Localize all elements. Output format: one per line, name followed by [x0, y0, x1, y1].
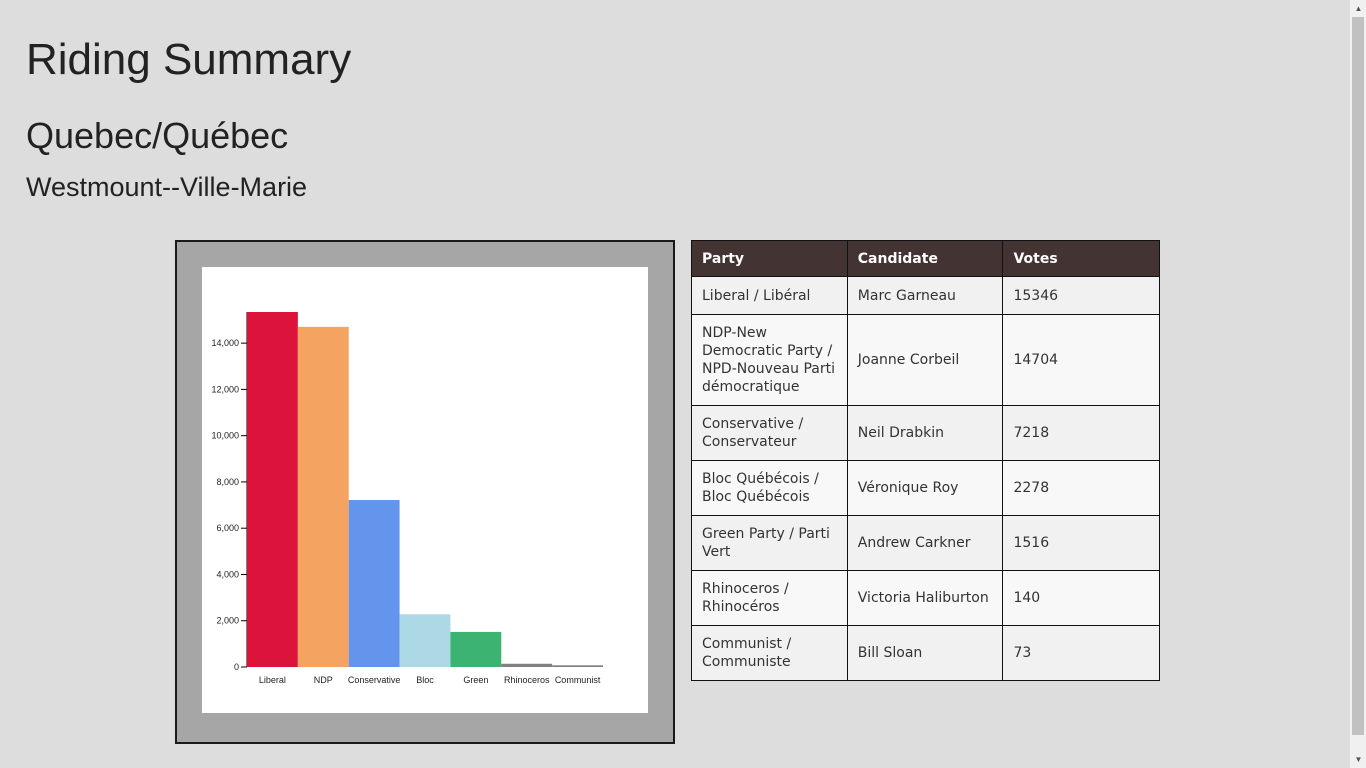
chart-frame: 0 2,000 4,000 6,000 8,000 10,000 12,000 14,000 L… [175, 240, 675, 744]
cell-party: Conservative / Conservateur [691, 405, 848, 461]
x-tick-label: Green [463, 675, 488, 685]
cell-candidate: Victoria Haliburton [846, 570, 1004, 626]
bar-liberal [247, 312, 298, 667]
table-row: Communist / Communiste Bill Sloan 73 [691, 625, 1160, 681]
cell-party: Communist / Communiste [691, 625, 848, 681]
y-tick-label: 10,000 [211, 431, 239, 441]
cell-party: Liberal / Libéral [691, 276, 848, 315]
table-row: Rhinoceros / Rhinocéros Victoria Halibur… [691, 570, 1160, 626]
cell-votes: 7218 [1002, 405, 1160, 461]
x-tick-label: Liberal [259, 675, 286, 685]
province-heading: Quebec/Québec [26, 115, 289, 156]
page-title: Riding Summary [26, 35, 352, 84]
scroll-thumb[interactable] [1352, 17, 1364, 735]
bar-green [450, 631, 502, 667]
y-tick-label: 12,000 [211, 384, 239, 394]
cell-votes: 2278 [1002, 460, 1160, 516]
y-tick-label: 14,000 [211, 338, 239, 348]
bar-rhinoceros [501, 663, 553, 667]
vertical-scrollbar[interactable]: ▲ ▼ [1349, 0, 1366, 768]
x-tick-label: Bloc [416, 675, 434, 685]
x-tick-label: Rhinoceros [504, 675, 550, 685]
table-row: Green Party / Parti Vert Andrew Carkner … [691, 515, 1160, 571]
cell-votes: 1516 [1002, 515, 1160, 571]
table-row: Bloc Québécois / Bloc Québécois Véroniqu… [691, 460, 1160, 516]
cell-candidate: Véronique Roy [846, 460, 1004, 516]
header-candidate: Candidate [846, 240, 1004, 277]
cell-votes: 14704 [1002, 314, 1160, 406]
y-tick-label: 0 [234, 662, 239, 672]
vote-bar-chart: 0 2,000 4,000 6,000 8,000 10,000 12,000 14,000 L… [211, 312, 603, 685]
cell-votes: 15346 [1002, 276, 1160, 315]
cell-candidate: Marc Garneau [846, 276, 1004, 315]
table-row: NDP-New Democratic Party / NPD-Nouveau P… [691, 314, 1160, 406]
cell-votes: 140 [1002, 570, 1160, 626]
table-row: Liberal / Libéral Marc Garneau 15346 [691, 276, 1160, 315]
results-table: Party Candidate Votes Liberal / Libéral … [691, 240, 1160, 681]
bar-communist [552, 665, 603, 667]
y-tick-label: 6,000 [216, 523, 239, 533]
bar-bloc [399, 614, 451, 667]
x-tick-label: Conservative [348, 675, 401, 685]
cell-party: Bloc Québécois / Bloc Québécois [691, 460, 848, 516]
riding-heading: Westmount--Ville-Marie [26, 172, 308, 202]
scroll-down-arrow-icon[interactable]: ▼ [1350, 751, 1366, 768]
chart-panel: 0 2,000 4,000 6,000 8,000 10,000 12,000 14,000 L… [202, 267, 648, 713]
cell-votes: 73 [1002, 625, 1160, 681]
y-tick-label: 2,000 [216, 616, 239, 626]
cell-party: Rhinoceros / Rhinocéros [691, 570, 848, 626]
y-tick-label: 4,000 [216, 569, 239, 579]
cell-candidate: Joanne Corbeil [846, 314, 1004, 406]
header-votes: Votes [1002, 240, 1160, 277]
x-tick-label: NDP [314, 675, 333, 685]
table-header-row: Party Candidate Votes [691, 240, 1160, 277]
cell-candidate: Andrew Carkner [846, 515, 1004, 571]
y-tick-label: 8,000 [216, 477, 239, 487]
scroll-up-arrow-icon[interactable]: ▲ [1350, 0, 1366, 17]
cell-candidate: Bill Sloan [846, 625, 1004, 681]
x-tick-label: Communist [555, 675, 601, 685]
cell-candidate: Neil Drabkin [846, 405, 1004, 461]
header-party: Party [691, 240, 848, 277]
bar-conservative [348, 500, 400, 667]
cell-party: Green Party / Parti Vert [691, 515, 848, 571]
table-row: Conservative / Conservateur Neil Drabkin… [691, 405, 1160, 461]
bar-ndp [297, 326, 349, 667]
cell-party: NDP-New Democratic Party / NPD-Nouveau P… [691, 314, 848, 406]
